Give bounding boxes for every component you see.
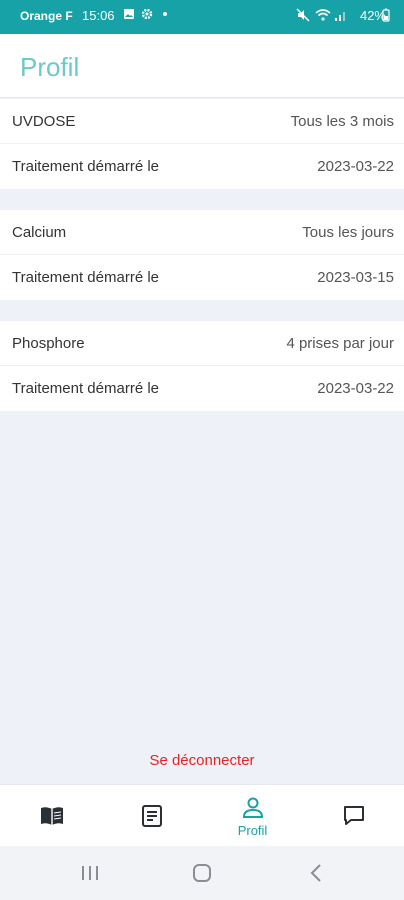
treatment-start-row: Traitement démarré le 2023-03-15 [0, 255, 404, 300]
nav-item-chat[interactable] [303, 785, 404, 847]
battery-icon [382, 8, 390, 26]
treatment-start-label: Traitement démarré le [12, 269, 159, 286]
treatment-card-uvdose: UVDOSE Tous les 3 mois Traitement démarr… [0, 99, 404, 189]
treatment-start-date: 2023-03-15 [317, 269, 394, 286]
profile-icon [242, 797, 264, 818]
nav-item-label: Profil [237, 823, 268, 838]
gallery-icon [123, 8, 135, 24]
notification-dot-icon [162, 8, 168, 24]
treatment-frequency: 4 prises par jour [286, 335, 394, 352]
back-button[interactable] [296, 860, 336, 886]
treatment-frequency: Tous les jours [302, 224, 394, 241]
chat-icon [344, 806, 364, 825]
home-button[interactable] [182, 860, 222, 886]
nav-item-book[interactable] [0, 785, 101, 847]
carrier-name: Orange F [20, 9, 73, 23]
treatment-name-row: Calcium Tous les jours [0, 210, 404, 255]
signal-icon [334, 8, 348, 26]
nav-item-document[interactable] [101, 785, 202, 847]
bottom-nav: Profil [0, 784, 404, 846]
treatment-name: Phosphore [12, 335, 85, 352]
status-bar: Orange F 15:06 42% [0, 0, 404, 34]
wifi-icon [315, 8, 331, 26]
back-icon [310, 864, 321, 882]
book-icon [41, 807, 63, 825]
treatment-frequency: Tous les 3 mois [290, 113, 394, 130]
settings-gear-icon [141, 8, 153, 24]
home-icon [193, 864, 211, 882]
recents-icon [82, 866, 98, 880]
system-nav-bar [0, 846, 404, 900]
treatment-card-calcium: Calcium Tous les jours Traitement démarr… [0, 210, 404, 300]
app-header: Profil [0, 34, 404, 98]
treatment-name-row: Phosphore 4 prises par jour [0, 321, 404, 366]
recents-button[interactable] [70, 860, 110, 886]
treatment-card-phosphore: Phosphore 4 prises par jour Traitement d… [0, 321, 404, 411]
status-time: 15:06 [82, 8, 115, 23]
treatment-start-label: Traitement démarré le [12, 380, 159, 397]
page-title: Profil [20, 52, 80, 82]
treatment-start-row: Traitement démarré le 2023-03-22 [0, 144, 404, 189]
treatment-start-label: Traitement démarré le [12, 158, 159, 175]
treatment-start-row: Traitement démarré le 2023-03-22 [0, 366, 404, 411]
treatment-start-date: 2023-03-22 [317, 158, 394, 175]
treatment-name: Calcium [12, 224, 67, 241]
treatment-name-row: UVDOSE Tous les 3 mois [0, 99, 404, 144]
document-icon [142, 805, 162, 827]
treatment-name: UVDOSE [12, 113, 76, 130]
treatment-start-date: 2023-03-22 [317, 380, 394, 397]
logout-button[interactable]: Se déconnecter [0, 752, 404, 769]
mute-icon [296, 8, 310, 26]
nav-item-profil[interactable]: Profil [202, 785, 303, 847]
